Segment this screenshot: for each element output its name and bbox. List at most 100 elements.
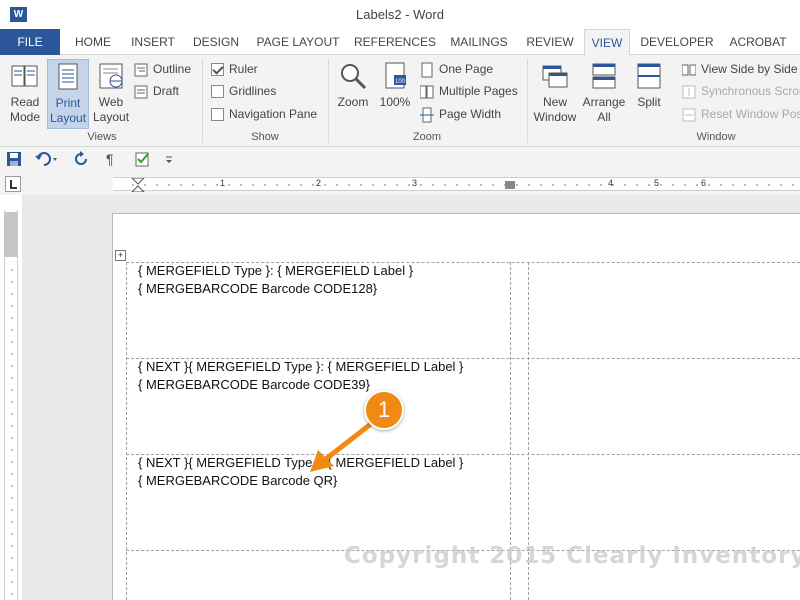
outline-button[interactable]: Outline: [134, 59, 191, 79]
split-button[interactable]: Split: [630, 59, 668, 129]
vertical-ruler[interactable]: [4, 210, 18, 600]
draft-button[interactable]: Draft: [134, 81, 179, 101]
new-window-label: New Window: [533, 95, 577, 124]
page-width-label: Page Width: [439, 107, 502, 121]
gridlines-label: Gridlines: [229, 84, 277, 98]
outline-label: Outline: [153, 62, 192, 76]
zoom-button[interactable]: Zoom: [334, 59, 372, 129]
magnifier-icon: [341, 64, 367, 90]
label1-field-line2[interactable]: { MERGEBARCODE Barcode CODE128}: [138, 281, 377, 296]
draft-label: Draft: [153, 84, 180, 98]
zoom-100-button[interactable]: 100 100%: [376, 59, 414, 129]
tab-view[interactable]: VIEW: [584, 29, 630, 56]
left-tab-icon: [10, 180, 17, 189]
svg-text:100: 100: [395, 79, 406, 85]
vertical-ruler-margin: [4, 212, 18, 257]
side-by-side-icon: [682, 64, 696, 76]
tab-page-layout[interactable]: PAGE LAYOUT: [252, 29, 344, 55]
horizontal-ruler[interactable]: 1 2 3 4 5 6: [113, 177, 800, 193]
print-layout-button[interactable]: Print Layout: [47, 59, 89, 129]
page-width-button[interactable]: Page Width: [420, 104, 501, 124]
tab-acrobat[interactable]: ACROBAT: [724, 29, 792, 55]
ruler-number-6: 6: [701, 178, 707, 188]
first-line-indent-marker[interactable]: [130, 177, 146, 185]
spelling-check-icon[interactable]: [134, 150, 152, 168]
tab-design[interactable]: DESIGN: [188, 29, 244, 55]
redo-icon[interactable]: [74, 150, 90, 168]
view-side-by-side-button[interactable]: View Side by Side: [682, 59, 798, 79]
web-layout-button[interactable]: Web Layout: [90, 59, 132, 129]
tab-selector[interactable]: [5, 176, 21, 192]
group-divider: [202, 59, 203, 143]
navigation-pane-checkbox[interactable]: Navigation Pane: [211, 104, 317, 124]
print-layout-icon: [58, 63, 78, 90]
label2-field-line2[interactable]: { MERGEBARCODE Barcode CODE39}: [138, 377, 370, 392]
window-group-label: Window: [696, 131, 736, 143]
views-group-label: Views: [87, 131, 117, 143]
one-page-label: One Page: [439, 62, 494, 76]
synchronous-scrolling-button[interactable]: Synchronous Scrolling: [682, 81, 800, 101]
gridlines-checkbox[interactable]: Gridlines: [211, 81, 276, 101]
new-window-icon: [542, 65, 568, 88]
tab-references[interactable]: REFERENCES: [352, 29, 438, 55]
tab-mailings[interactable]: MAILINGS: [446, 29, 512, 55]
show-group-label: Show: [251, 131, 279, 143]
tab-developer[interactable]: DEVELOPER: [638, 29, 716, 55]
arrange-all-icon: [592, 63, 616, 89]
label-column-border: [126, 262, 127, 600]
ruler-number-3: 3: [412, 178, 418, 188]
ribbon-tab-bar: FILE HOME INSERT DESIGN PAGE LAYOUT REFE…: [0, 29, 800, 56]
save-icon[interactable]: [6, 150, 22, 168]
title-bar: W Labels2 - Word: [0, 0, 800, 29]
label2-field-line1[interactable]: { NEXT }{ MERGEFIELD Type }: { MERGEFIEL…: [138, 359, 463, 374]
tab-home[interactable]: HOME: [68, 29, 118, 55]
one-page-icon: [421, 62, 433, 78]
zoom-100-label: 100%: [379, 95, 411, 109]
group-divider: [527, 59, 528, 143]
new-window-button[interactable]: New Window: [530, 59, 580, 129]
tab-file[interactable]: FILE: [0, 29, 60, 55]
group-divider: [328, 59, 329, 143]
print-layout-label: Print Layout: [50, 96, 87, 125]
read-mode-label: Read Mode: [9, 95, 41, 124]
ruler-check-icon: [211, 63, 224, 77]
pilcrow-icon[interactable]: ¶: [104, 150, 118, 168]
outline-icon: [134, 63, 148, 77]
reset-window-position-icon: [682, 108, 696, 122]
web-layout-icon: [99, 63, 123, 89]
web-layout-label: Web Layout: [93, 95, 130, 124]
ruler-label: Ruler: [229, 62, 258, 76]
hanging-indent-marker[interactable]: [130, 185, 146, 193]
multiple-pages-button[interactable]: Multiple Pages: [420, 81, 518, 101]
customize-toolbar-icon[interactable]: [164, 150, 174, 168]
read-mode-button[interactable]: Read Mode: [4, 59, 46, 129]
ruler-number-1: 1: [220, 178, 226, 188]
split-label: Split: [637, 95, 661, 109]
arrange-all-label: Arrange All: [582, 95, 626, 124]
undo-icon[interactable]: [34, 150, 60, 168]
zoom-label: Zoom: [337, 95, 369, 109]
arrange-all-button[interactable]: Arrange All: [580, 59, 628, 129]
ruler-number-2: 2: [316, 178, 322, 188]
reset-window-position-button[interactable]: Reset Window Position: [682, 104, 800, 124]
ruler-row: 1 2 3 4 5 6: [0, 171, 800, 195]
ruler-number-4: 4: [608, 178, 614, 188]
tab-review[interactable]: REVIEW: [520, 29, 580, 55]
tab-insert[interactable]: INSERT: [126, 29, 180, 55]
ruler-checkbox[interactable]: Ruler: [211, 59, 258, 79]
synchronous-scrolling-label: Synchronous Scrolling: [701, 84, 800, 98]
table-move-handle[interactable]: +: [115, 250, 126, 261]
quick-access-toolbar: ¶: [0, 147, 800, 171]
column-marker[interactable]: [505, 181, 515, 189]
reset-window-position-label: Reset Window Position: [701, 107, 800, 121]
one-page-button[interactable]: One Page: [420, 59, 493, 79]
draft-icon: [134, 85, 148, 99]
copyright-watermark: Copyright 2015 Clearly Inventory: [344, 543, 800, 569]
callout-number-badge: 1: [364, 390, 404, 430]
label1-field-line1[interactable]: { MERGEFIELD Type }: { MERGEFIELD Label …: [138, 263, 413, 278]
zoom-100-icon: 100: [385, 62, 406, 89]
page-width-icon: [420, 107, 434, 123]
zoom-group-label: Zoom: [412, 131, 442, 143]
gridlines-check-icon: [211, 85, 224, 99]
ruler-number-5: 5: [654, 178, 660, 188]
